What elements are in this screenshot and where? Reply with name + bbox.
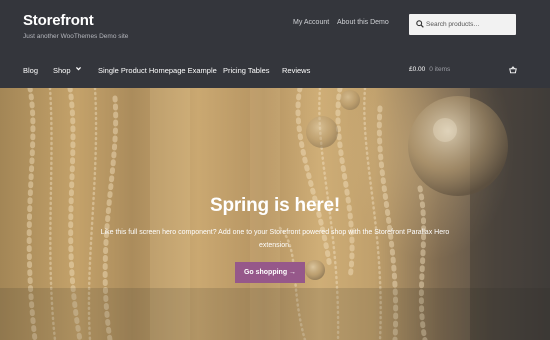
basket-icon[interactable] bbox=[509, 66, 517, 74]
hero-section: Spring is here! Like this full screen he… bbox=[0, 88, 550, 340]
site-tagline: Just another WooThemes Demo site bbox=[23, 33, 129, 40]
search-box[interactable] bbox=[409, 14, 516, 35]
cart-count: 0 items bbox=[429, 66, 451, 73]
nav-blog[interactable]: Blog bbox=[23, 66, 38, 75]
cart-total: £0.00 bbox=[409, 66, 426, 73]
hero-description-line2: extension. bbox=[259, 242, 291, 249]
chevron-down-icon[interactable] bbox=[75, 65, 82, 72]
nav-reviews[interactable]: Reviews bbox=[282, 66, 310, 75]
hero-title: Spring is here! bbox=[209, 195, 341, 216]
search-icon bbox=[416, 20, 424, 28]
nav-pricing-tables[interactable]: Pricing Tables bbox=[223, 66, 270, 75]
hero-description-line1: Like this full screen hero component? Ad… bbox=[100, 229, 450, 236]
cart-link[interactable]: £0.00 0 items bbox=[409, 66, 450, 73]
nav-my-account[interactable]: My Account bbox=[293, 19, 329, 26]
search-input[interactable] bbox=[426, 17, 512, 32]
site-title[interactable]: Storefront bbox=[23, 12, 94, 29]
nav-single-product-homepage[interactable]: Single Product Homepage Example bbox=[98, 66, 217, 75]
nav-about-demo[interactable]: About this Demo bbox=[337, 19, 389, 26]
site-header: Storefront Just another WooThemes Demo s… bbox=[0, 0, 550, 88]
go-shopping-button[interactable]: Go shopping → bbox=[235, 262, 305, 283]
nav-shop[interactable]: Shop bbox=[53, 66, 71, 75]
